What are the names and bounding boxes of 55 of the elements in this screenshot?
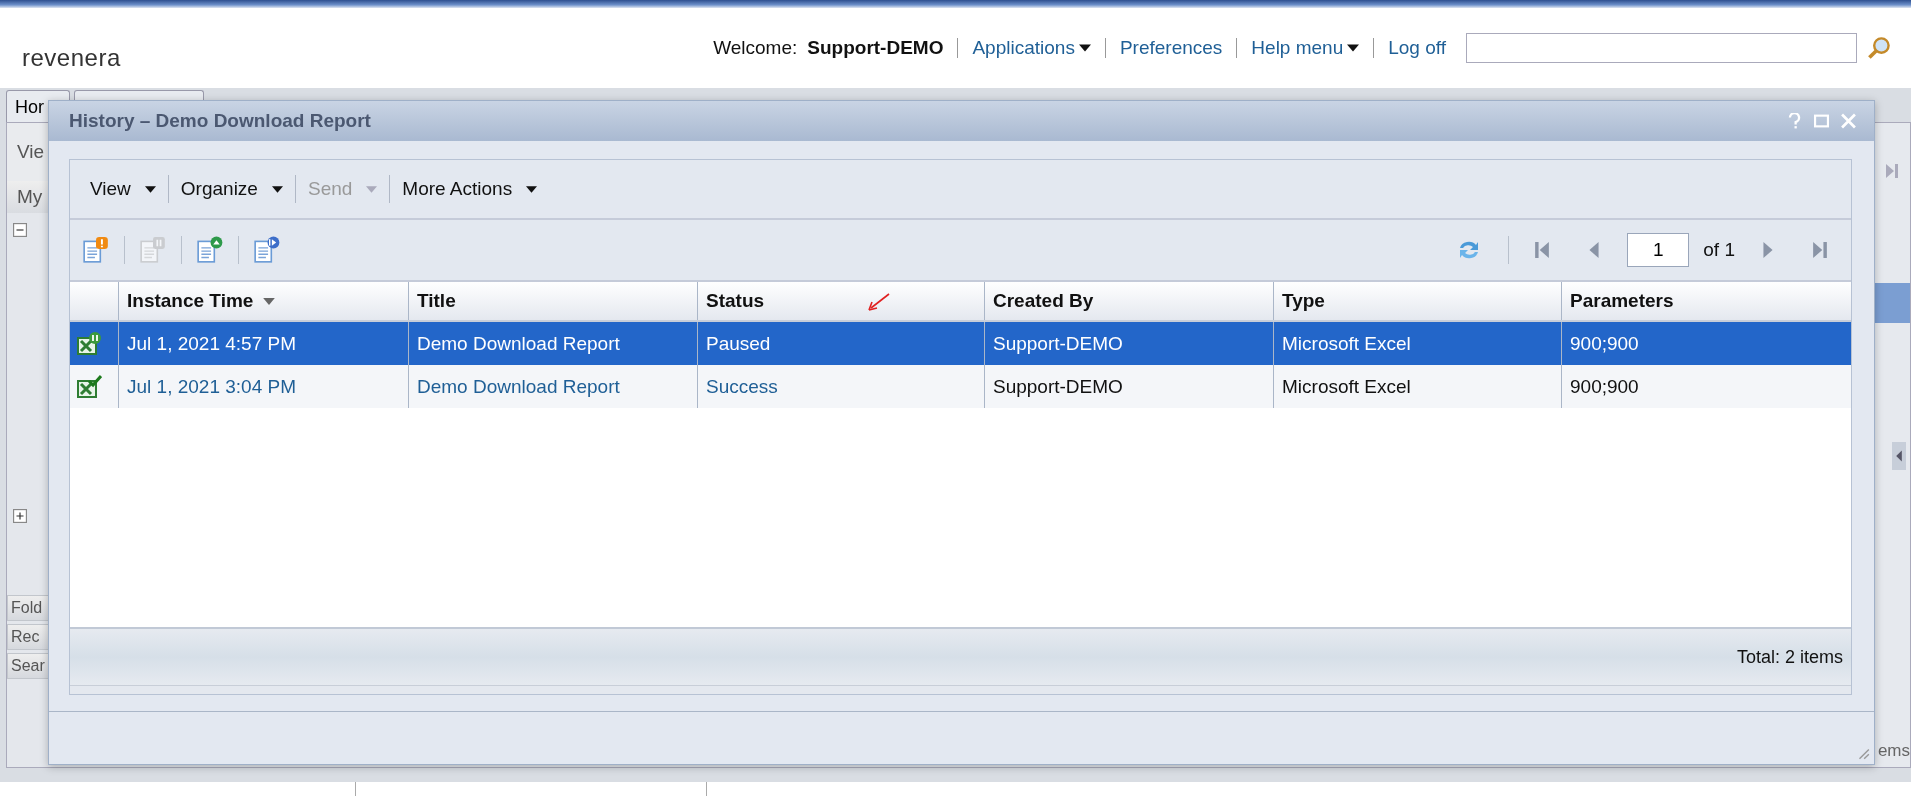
column-header[interactable]: Type xyxy=(1273,282,1561,320)
panel-header: My xyxy=(17,186,43,208)
table-row[interactable]: Jul 1, 2021 4:57 PM Demo Download Report Paused Support-DEMO Microsoft Excel 900;900 xyxy=(70,322,1851,365)
header-menu-link[interactable]: Applications xyxy=(972,37,1091,59)
page-number-field[interactable]: 1 xyxy=(1627,233,1690,267)
table-cell: Jul 1, 2021 3:04 PM xyxy=(118,365,408,408)
last-page-icon[interactable] xyxy=(1886,163,1898,179)
caret-icon xyxy=(526,185,538,193)
header-menu-link[interactable]: Help menu xyxy=(1251,37,1360,59)
maximize-icon[interactable] xyxy=(1814,113,1829,129)
page-count: of 1 xyxy=(1703,239,1735,261)
collapse-handle-icon[interactable] xyxy=(1892,439,1906,473)
column-header[interactable]: Parameters xyxy=(1561,282,1851,320)
caret-icon xyxy=(1347,44,1360,52)
column-header[interactable]: Title xyxy=(408,282,697,320)
table-cell: Microsoft Excel xyxy=(1273,365,1561,408)
header-menu-link[interactable]: Preferences xyxy=(1119,37,1223,59)
logo: revenera xyxy=(22,44,121,72)
table-cell: Demo Download Report xyxy=(408,365,697,408)
annotation-arrow-icon xyxy=(867,292,891,312)
collapse-icon[interactable] xyxy=(13,223,27,237)
previous-page-icon[interactable] xyxy=(1587,242,1602,258)
user-name: Support-DEMO xyxy=(807,37,944,59)
menu-button[interactable]: More Actions xyxy=(390,174,550,204)
status-text: ems xyxy=(1877,741,1910,761)
total-count: Total: 2 items xyxy=(1736,646,1843,668)
column-header[interactable]: Instance Time xyxy=(118,282,408,320)
help-icon[interactable] xyxy=(1787,113,1802,129)
caret-icon xyxy=(144,185,156,193)
last-page-icon[interactable] xyxy=(1813,242,1827,258)
search-field[interactable] xyxy=(1466,33,1857,63)
table-row[interactable]: Jul 1, 2021 3:04 PM Demo Download Report Success Support-DEMO Microsoft Excel 900;900 xyxy=(70,365,1851,408)
resize-grip-icon[interactable] xyxy=(1856,746,1870,760)
caret-icon xyxy=(366,185,378,193)
report-alert-icon[interactable] xyxy=(82,236,110,264)
table-cell: 900;900 xyxy=(1561,365,1851,408)
toolbar-label: Vie xyxy=(17,141,45,163)
report-play-icon[interactable] xyxy=(253,236,281,264)
caret-icon xyxy=(271,185,283,193)
column-header[interactable]: Created By xyxy=(984,282,1273,320)
welcome-label: Welcome: xyxy=(713,37,798,59)
menu-button[interactable]: View xyxy=(78,174,168,204)
search-icon[interactable] xyxy=(1867,36,1891,60)
column-header[interactable]: Status xyxy=(697,282,984,320)
first-page-icon[interactable] xyxy=(1535,242,1550,258)
close-icon[interactable] xyxy=(1841,113,1856,129)
header-menu-link[interactable]: Log off xyxy=(1388,37,1446,59)
table-cell: Success xyxy=(697,365,984,408)
caret-icon xyxy=(1078,44,1091,52)
expand-icon[interactable] xyxy=(13,509,27,523)
window-title: History – Demo Download Report xyxy=(69,110,371,132)
report-upload-icon[interactable] xyxy=(196,236,224,264)
table-cell: Support-DEMO xyxy=(984,365,1273,408)
next-page-icon[interactable] xyxy=(1761,242,1775,258)
menu-button[interactable]: Organize xyxy=(168,174,295,204)
